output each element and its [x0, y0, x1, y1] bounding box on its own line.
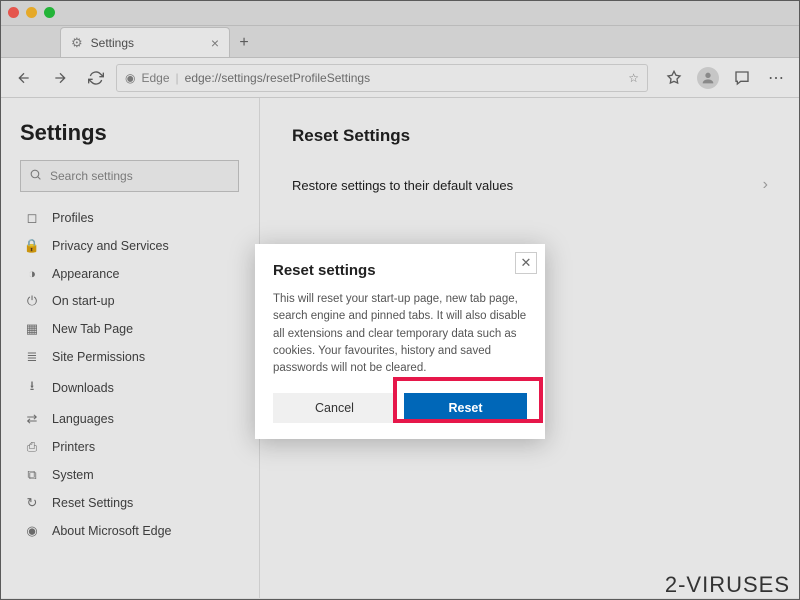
- dialog-buttons: Cancel Reset: [273, 393, 527, 423]
- cancel-button[interactable]: Cancel: [273, 393, 396, 423]
- dialog-close-button[interactable]: ✕: [515, 252, 537, 274]
- watermark: 2-VIRUSES: [665, 572, 790, 598]
- reset-button[interactable]: Reset: [404, 393, 527, 423]
- dialog-body: This will reset your start-up page, new …: [273, 291, 527, 377]
- reset-settings-dialog: ✕ Reset settings This will reset your st…: [255, 244, 545, 439]
- dialog-title: Reset settings: [273, 262, 527, 279]
